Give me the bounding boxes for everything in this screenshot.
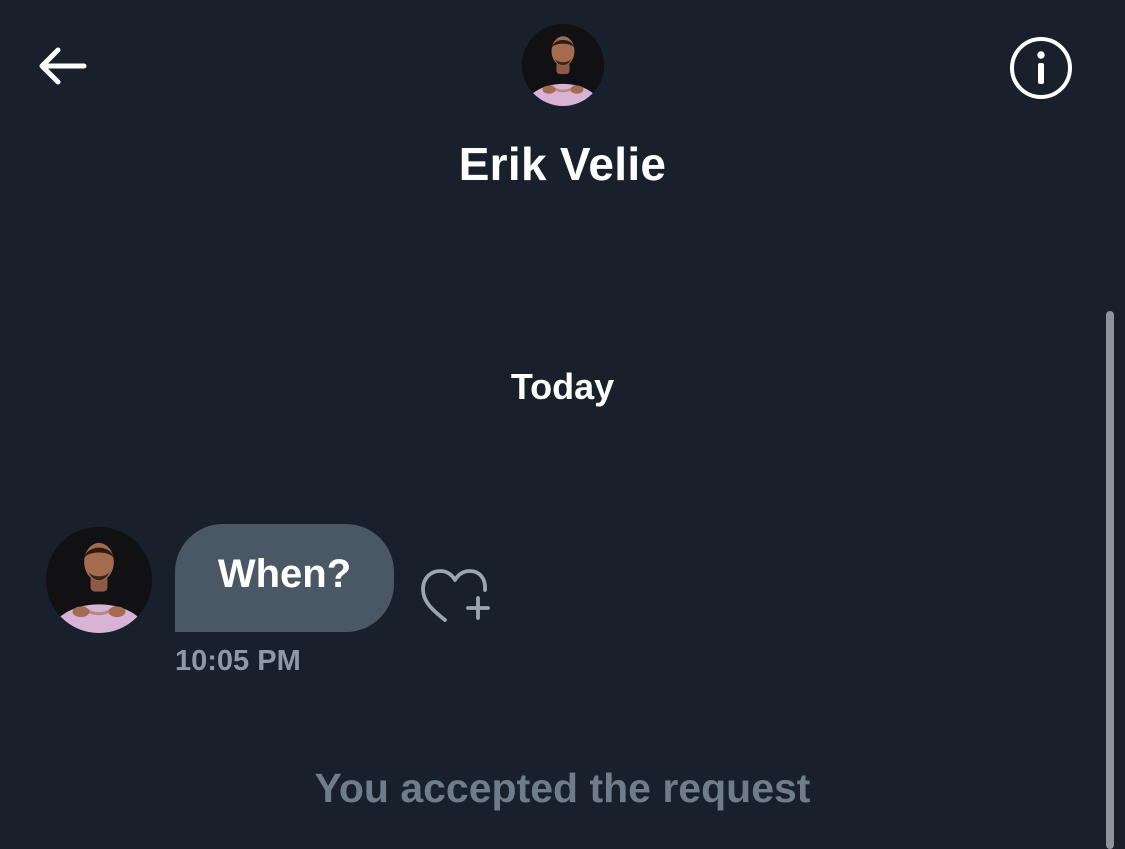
message-time: 10:05 PM: [175, 645, 301, 677]
heart-plus-icon: [416, 562, 492, 628]
contact-name: Erik Velie: [458, 138, 667, 190]
profile-photo-icon: [46, 527, 152, 633]
info-circle-icon: [1007, 34, 1075, 102]
message-avatar[interactable]: [46, 527, 152, 633]
message-bubble[interactable]: When?: [175, 524, 394, 632]
scrollbar[interactable]: [1106, 311, 1114, 849]
conversation-screen: Erik Velie Today When? 10:05 PM You acce…: [0, 0, 1125, 849]
system-message: You accepted the request: [314, 765, 811, 811]
date-divider: Today: [510, 366, 615, 407]
profile-photo-icon: [522, 24, 604, 106]
info-button[interactable]: [1006, 33, 1076, 103]
header-avatar[interactable]: [522, 24, 604, 106]
arrow-left-icon: [34, 46, 88, 86]
react-button[interactable]: [414, 560, 494, 630]
back-button[interactable]: [28, 36, 94, 96]
message-text: When?: [217, 552, 352, 596]
